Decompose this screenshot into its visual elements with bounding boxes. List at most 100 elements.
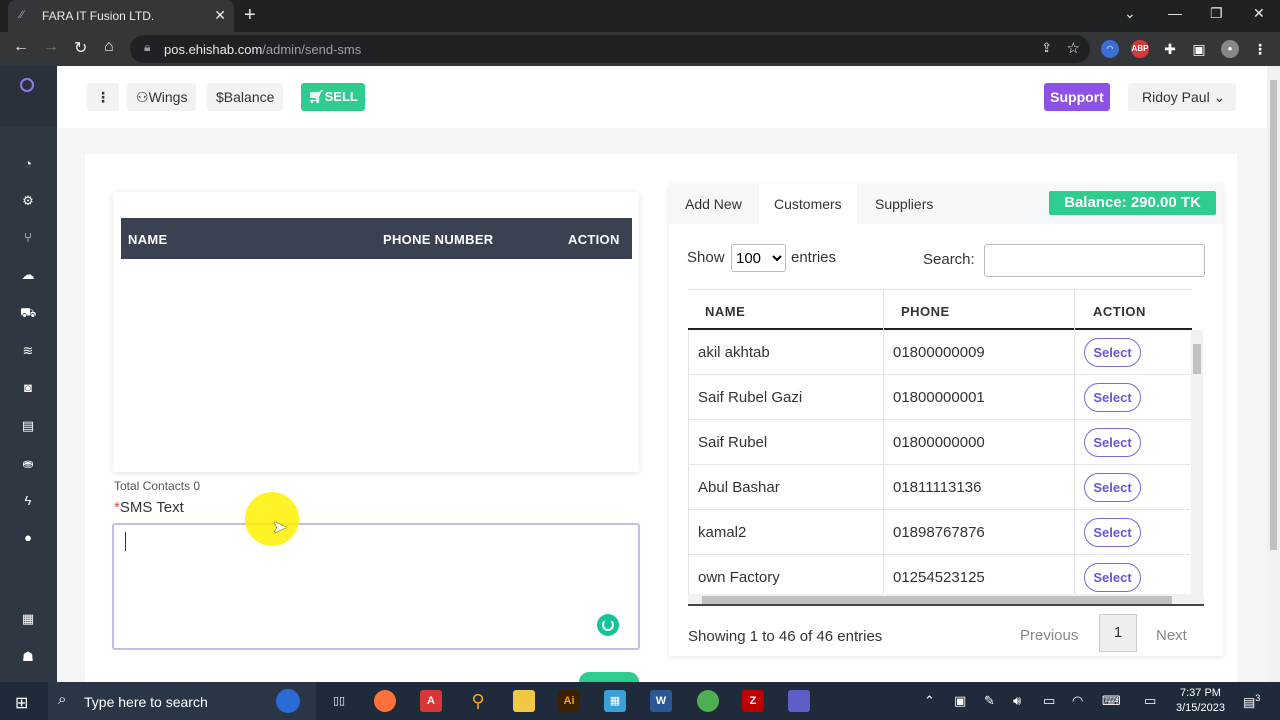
scroll-thumb[interactable] bbox=[702, 596, 1172, 604]
filezilla-icon[interactable]: Z bbox=[742, 690, 764, 712]
task-view-icon[interactable]: ▯▯ bbox=[328, 690, 350, 712]
display-icon[interactable]: ▭ bbox=[1144, 693, 1156, 709]
wings-button[interactable]: ⚇Wings bbox=[127, 83, 197, 111]
page-scrollbar[interactable] bbox=[1267, 66, 1280, 682]
send-button[interactable] bbox=[579, 672, 639, 682]
word-icon[interactable]: W bbox=[650, 690, 672, 712]
table-horizontal-scrollbar[interactable] bbox=[688, 594, 1204, 606]
shopping-bag-icon[interactable]: ◙ bbox=[20, 380, 36, 396]
select-button[interactable]: Select bbox=[1084, 383, 1141, 412]
tab-search-icon[interactable]: ⌄ bbox=[1124, 5, 1136, 22]
tray-app-icon[interactable]: ▣ bbox=[954, 693, 966, 709]
maximize-icon[interactable]: ❐ bbox=[1210, 5, 1223, 22]
taskbar-search[interactable]: ⌕ Type here to search bbox=[48, 682, 316, 720]
table-vertical-scrollbar[interactable] bbox=[1191, 330, 1203, 594]
truck-icon[interactable]: ⛟ bbox=[20, 305, 36, 321]
settings-icon[interactable]: ⚙ bbox=[20, 193, 36, 209]
file-explorer-icon[interactable] bbox=[513, 690, 535, 712]
cell-divider bbox=[1074, 465, 1075, 510]
select-button[interactable]: Select bbox=[1084, 473, 1141, 502]
minimize-icon[interactable]: — bbox=[1168, 5, 1182, 21]
next-page-button[interactable]: Next bbox=[1156, 627, 1187, 644]
tab-add-new[interactable]: Add New bbox=[685, 196, 742, 212]
entries-select[interactable]: 100 bbox=[731, 244, 786, 272]
calculator-icon[interactable]: ▦ bbox=[604, 690, 626, 712]
app-icon[interactable] bbox=[788, 690, 810, 712]
profile-avatar[interactable]: ● bbox=[1221, 40, 1239, 58]
cell-divider bbox=[1074, 555, 1075, 594]
select-button[interactable]: Select bbox=[1084, 518, 1141, 547]
address-bar[interactable]: 🔒︎ pos.ehishab.com/admin/send-sms ⇪ ☆ bbox=[130, 35, 1090, 63]
users-icon[interactable]: ☁ bbox=[20, 267, 36, 283]
more-menu-button[interactable]: ⋮ bbox=[87, 83, 119, 111]
extensions-puzzle-icon[interactable]: ✚ bbox=[1161, 40, 1179, 58]
book-icon[interactable]: ▤ bbox=[20, 418, 36, 434]
chrome-icon[interactable] bbox=[697, 690, 719, 712]
report-icon[interactable]: ▦ bbox=[20, 611, 36, 627]
bookmark-star-icon[interactable]: ☆ bbox=[1067, 39, 1080, 57]
bing-icon[interactable] bbox=[276, 689, 300, 713]
customer-phone: 01811113136 bbox=[893, 479, 982, 496]
bolt-icon[interactable]: ϟ bbox=[20, 493, 36, 509]
browser-menu-icon[interactable]: ⋮ bbox=[1251, 40, 1269, 58]
chevron-up-icon[interactable]: ⌃ bbox=[924, 693, 935, 709]
branch-icon[interactable]: ⑂ bbox=[20, 230, 36, 246]
tab-customers[interactable]: Customers bbox=[759, 184, 857, 224]
customer-name: Saif Rubel bbox=[698, 434, 768, 451]
select-button[interactable]: Select bbox=[1084, 338, 1141, 367]
wings-label: Wings bbox=[148, 89, 188, 105]
notifications-icon[interactable]: ▤3 bbox=[1243, 693, 1260, 710]
adblock-icon[interactable]: ABP bbox=[1131, 40, 1149, 58]
support-button[interactable]: Support bbox=[1044, 83, 1110, 111]
col-phone[interactable]: PHONE bbox=[901, 304, 950, 319]
browser-tab[interactable]: ⁄⁄ FARA IT Fusion LTD. ✕ bbox=[8, 0, 234, 32]
search-app-icon[interactable]: ⚲ bbox=[467, 690, 489, 712]
sell-button[interactable]: 🛒︎SELL bbox=[301, 83, 365, 111]
dashboard-icon[interactable]: ◔ bbox=[20, 156, 36, 172]
select-button[interactable]: Select bbox=[1084, 428, 1141, 457]
reload-icon[interactable]: ↻ bbox=[74, 38, 87, 58]
col-action[interactable]: ACTION bbox=[1093, 304, 1146, 319]
acrobat-icon[interactable]: A bbox=[420, 690, 442, 712]
extension-icon[interactable]: ◠ bbox=[1101, 40, 1119, 58]
contacts-picker-card: Add New Customers Suppliers Balance: 290… bbox=[669, 184, 1223, 656]
grammarly-icon[interactable] bbox=[597, 614, 619, 636]
col-name[interactable]: NAME bbox=[705, 304, 745, 319]
keyboard-icon[interactable]: ⌨ bbox=[1102, 693, 1121, 709]
firefox-icon[interactable] bbox=[374, 690, 396, 712]
user-menu[interactable]: Ridoy Paul ⌄ bbox=[1128, 83, 1236, 111]
url-text[interactable]: pos.ehishab.com/admin/send-sms bbox=[164, 42, 361, 57]
sms-textarea[interactable] bbox=[112, 523, 640, 650]
wifi-icon[interactable]: ◠ bbox=[1072, 693, 1083, 709]
scroll-thumb[interactable] bbox=[1270, 80, 1277, 550]
page-1-button[interactable]: 1 bbox=[1099, 614, 1137, 652]
previous-page-button[interactable]: Previous bbox=[1020, 627, 1078, 644]
side-panel-icon[interactable]: ▣ bbox=[1190, 40, 1208, 58]
logo-icon[interactable] bbox=[20, 78, 34, 92]
close-window-icon[interactable]: ✕ bbox=[1253, 5, 1265, 22]
battery-icon[interactable]: ▭ bbox=[1043, 693, 1055, 709]
select-button[interactable]: Select bbox=[1084, 563, 1141, 592]
tab-suppliers[interactable]: Suppliers bbox=[875, 196, 933, 212]
cell-divider bbox=[883, 555, 884, 594]
volume-icon[interactable]: 🔊︎ bbox=[1013, 693, 1021, 709]
home-icon[interactable]: ⌂ bbox=[104, 38, 114, 56]
customer-phone: 01800000001 bbox=[893, 389, 985, 406]
illustrator-icon[interactable]: Ai bbox=[558, 690, 580, 712]
back-icon[interactable]: ← bbox=[13, 38, 29, 56]
user-settings-icon[interactable]: ☗ bbox=[20, 649, 36, 665]
new-tab-icon[interactable]: + bbox=[244, 4, 256, 27]
money-icon[interactable]: ⛂ bbox=[20, 456, 36, 472]
windows-start-icon[interactable]: ⊞ bbox=[15, 693, 28, 713]
chat-icon[interactable]: ● bbox=[20, 530, 36, 546]
taskbar-clock[interactable]: 7:37 PM 3/15/2023 bbox=[1176, 686, 1225, 716]
search-input[interactable] bbox=[984, 244, 1205, 277]
pen-icon[interactable]: ✎ bbox=[984, 693, 995, 709]
balance-button[interactable]: $Balance bbox=[207, 83, 284, 111]
scroll-thumb[interactable] bbox=[1193, 344, 1201, 374]
share-icon[interactable]: ⇪ bbox=[1041, 40, 1052, 56]
forward-icon[interactable]: → bbox=[43, 38, 59, 56]
coins-icon[interactable]: ≋ bbox=[20, 343, 36, 359]
close-tab-icon[interactable]: ✕ bbox=[214, 7, 226, 24]
customer-phone: 01800000009 bbox=[893, 344, 985, 361]
